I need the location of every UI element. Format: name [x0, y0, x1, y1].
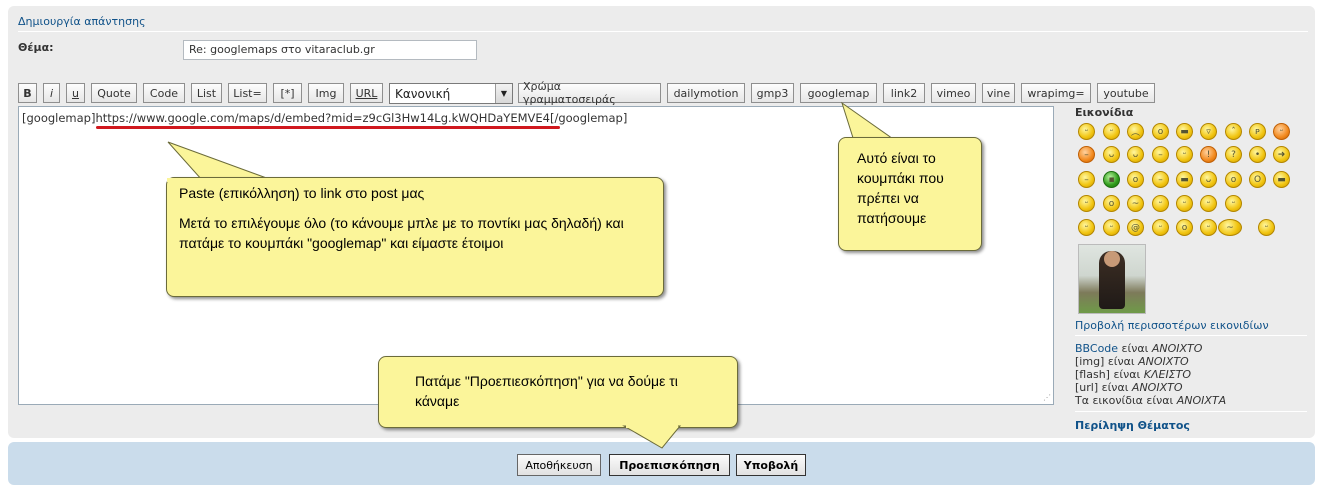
gmp3-button[interactable]: gmp3: [751, 83, 794, 103]
link2-button[interactable]: link2: [883, 83, 925, 103]
vimeo-button[interactable]: vimeo: [931, 83, 976, 103]
subject-label: Θέμα:: [18, 41, 54, 54]
googlemap-button[interactable]: googlemap: [800, 83, 877, 103]
smiley-whistle-icon[interactable]: ᵕ: [1258, 219, 1275, 236]
smiley-nerd-icon[interactable]: ▬: [1273, 171, 1290, 188]
sidebar-divider: [1075, 335, 1307, 336]
exclamation-icon[interactable]: !: [1200, 146, 1217, 163]
editor-open-tag: [googlemap]: [22, 111, 96, 125]
dropdown-arrow-icon[interactable]: ▼: [495, 84, 512, 103]
callout-paste-line2: Μετά το επιλέγουμε όλο (το κάνουμε μπλε …: [179, 215, 624, 251]
sidebar-divider-2: [1075, 411, 1307, 412]
more-smilies-link[interactable]: Προβολή περισσοτέρων εικονιδίων: [1075, 319, 1269, 332]
smiley-neutral-icon[interactable]: –: [1078, 171, 1095, 188]
list-ordered-button[interactable]: List=: [228, 83, 267, 103]
dailymotion-button[interactable]: dailymotion: [667, 83, 745, 103]
smiley-search-icon[interactable]: o: [1103, 195, 1120, 212]
smilies-status: Τα εικονίδια είναι ΑΝΟΙΧΤΑ: [1075, 394, 1227, 407]
flash-status: [flash] είναι ΚΛΕΙΣΤΟ: [1075, 368, 1192, 381]
panel-title: Δημιουργία απάντησης: [18, 15, 146, 28]
smiley-happy-icon[interactable]: ᴗ: [1200, 171, 1217, 188]
smiley-dizzy-icon[interactable]: @: [1127, 219, 1144, 236]
editor-close-tag: [/googlemap]: [549, 111, 628, 125]
title-divider: [18, 31, 1308, 32]
bbcode-link[interactable]: BBCode: [1075, 342, 1118, 355]
callout-button-text: Αυτό είναι το κουμπάκι που πρέπει να πατ…: [857, 150, 944, 226]
callout-paste-instructions: Paste (επικόλληση) το link στο post μας …: [166, 177, 664, 297]
img-status: [img] είναι ΑΝΟΙΧΤΟ: [1075, 355, 1189, 368]
arrow-icon[interactable]: ➜: [1273, 146, 1290, 163]
smiley-wave-icon[interactable]: ᵕ: [1176, 195, 1193, 212]
underline-button[interactable]: u: [66, 83, 85, 103]
font-size-select[interactable]: Κανονική ▼: [389, 83, 513, 104]
smiley-kiss-icon[interactable]: ᵕ: [1200, 195, 1217, 212]
smiley-sad-icon[interactable]: ︵: [1127, 123, 1144, 140]
smiley-surprised-icon[interactable]: o: [1152, 123, 1169, 140]
smilies-title: Εικονίδια: [1075, 106, 1134, 119]
smiley-smile-icon[interactable]: ᵕ: [1103, 123, 1120, 140]
italic-button[interactable]: i: [43, 83, 60, 103]
smiley-eat-icon[interactable]: ᵕ: [1152, 219, 1169, 236]
topic-review-link[interactable]: Περίληψη Θέματος: [1075, 419, 1190, 432]
url-button[interactable]: URL: [350, 83, 383, 103]
url-status: [url] είναι ΑΝΟΙΧΤΟ: [1075, 381, 1183, 394]
smiley-blush-icon[interactable]: ᵕ: [1152, 195, 1169, 212]
quote-button[interactable]: Quote: [91, 83, 137, 103]
resize-grip-icon[interactable]: ⋰: [1043, 394, 1051, 402]
smiley-think-icon[interactable]: ~: [1127, 195, 1144, 212]
smiley-glasses-icon[interactable]: ▬: [1176, 171, 1193, 188]
animated-smiley-image[interactable]: [1078, 244, 1146, 314]
editor-link-text: https://www.google.com/maps/d/embed?mid=…: [95, 111, 550, 125]
smiley-cool-icon[interactable]: ▬: [1176, 123, 1193, 140]
smiley-party-icon[interactable]: ᵕ: [1200, 219, 1217, 236]
smiley-ugeek-icon[interactable]: –: [1152, 171, 1169, 188]
smiley-shock-icon[interactable]: o: [1225, 171, 1242, 188]
callout-preview-text: Πατάμε "Προεπιεσκόπηση" για να δούμε τι …: [415, 373, 678, 409]
callout-preview-hint: Πατάμε "Προεπιεσκόπηση" για να δούμε τι …: [378, 356, 738, 428]
smiley-laugh-icon[interactable]: ▿: [1200, 123, 1217, 140]
idea-icon[interactable]: •: [1249, 146, 1266, 163]
submit-button[interactable]: Υποβολή: [736, 454, 806, 476]
callout-paste-line1: Paste (επικόλληση) το link στο post μας: [179, 185, 425, 201]
question-icon[interactable]: ?: [1225, 146, 1242, 163]
bbcode-status: BBCode είναι ΑΝΟΙΧΤΟ: [1075, 342, 1203, 355]
font-color-button[interactable]: Χρώμα γραμματοσειράς: [518, 80, 661, 106]
smiley-cry-icon[interactable]: –: [1078, 146, 1095, 163]
img-button[interactable]: Img: [308, 83, 344, 103]
smiley-clap-icon[interactable]: ᵕ: [1103, 219, 1120, 236]
youtube-button[interactable]: youtube: [1097, 83, 1155, 103]
smiley-pray-icon[interactable]: ᵕ: [1078, 219, 1095, 236]
smiley-hands-icon[interactable]: ᵕ: [1078, 195, 1095, 212]
bold-button[interactable]: B: [18, 83, 37, 103]
vine-button[interactable]: vine: [982, 83, 1015, 103]
smiley-mad-icon[interactable]: ˆ: [1225, 123, 1242, 140]
smiley-razz-icon[interactable]: ᴘ: [1249, 123, 1266, 140]
smiley-twisted-icon[interactable]: ᴗ: [1127, 146, 1144, 163]
list-button[interactable]: List: [191, 83, 222, 103]
save-button[interactable]: Αποθήκευση: [517, 454, 601, 476]
code-button[interactable]: Code: [143, 83, 185, 103]
preview-button[interactable]: Προεπισκόπηση: [609, 454, 730, 476]
smiley-read-icon[interactable]: o: [1176, 219, 1193, 236]
smiley-wink-icon[interactable]: ᵕ: [1176, 146, 1193, 163]
smiley-rolleyes-icon[interactable]: –: [1152, 146, 1169, 163]
link-highlight-underline: [96, 126, 560, 129]
callout-tail-paste: [167, 141, 273, 181]
subject-input[interactable]: Re: googlemaps στο vitaraclub.gr: [183, 40, 477, 60]
font-size-value: Κανονική: [395, 86, 451, 101]
smiley-green-icon[interactable]: ▪: [1103, 171, 1120, 188]
smiley-grin-icon[interactable]: ᵕ: [1078, 123, 1095, 140]
list-item-button[interactable]: [*]: [273, 83, 302, 103]
smiley-scared-icon[interactable]: O: [1249, 171, 1266, 188]
callout-button-hint: Αυτό είναι το κουμπάκι που πρέπει να πατ…: [838, 137, 982, 251]
smiley-redface-icon[interactable]: ᵕ: [1273, 123, 1290, 140]
smiley-geek-icon[interactable]: o: [1127, 171, 1144, 188]
smiley-peace-icon[interactable]: ᵕ: [1225, 195, 1242, 212]
smiley-horn-icon[interactable]: ~: [1218, 219, 1242, 236]
smiley-evil-icon[interactable]: ᴗ: [1103, 146, 1120, 163]
wrapimg-button[interactable]: wrapimg=: [1021, 83, 1091, 103]
